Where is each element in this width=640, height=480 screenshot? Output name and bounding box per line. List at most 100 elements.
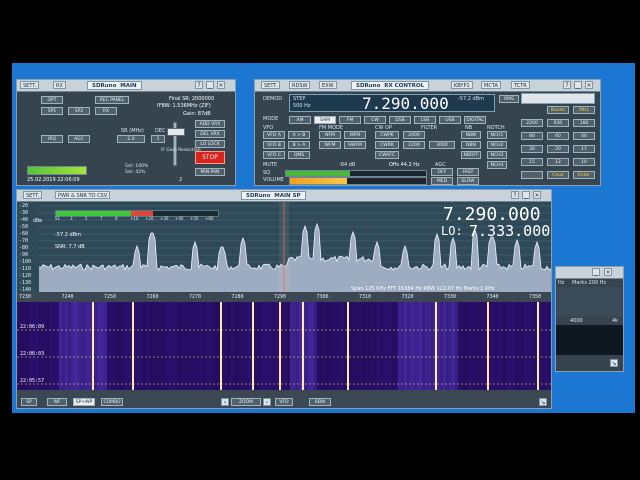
- nch2-button[interactable]: NCH2: [487, 141, 507, 149]
- sp1-button[interactable]: SP1: [41, 107, 63, 115]
- nboff-button[interactable]: NBOFF: [461, 151, 481, 159]
- aux-resize-icon[interactable]: ↘: [610, 359, 618, 367]
- spectrum-resize-icon[interactable]: ↘: [539, 398, 547, 406]
- dec-select[interactable]: 1: [151, 135, 165, 143]
- vfo-c-button[interactable]: VFO C: [263, 151, 285, 159]
- qms-button[interactable]: QMS: [288, 151, 310, 159]
- min-pan-button[interactable]: MIN PAN: [195, 168, 225, 176]
- keypad-30-key[interactable]: 30: [521, 145, 543, 153]
- vfo-a-button[interactable]: VFO A: [263, 131, 285, 139]
- mode-usb-button[interactable]: USB: [439, 116, 461, 124]
- vfo-b-button[interactable]: VFO B: [263, 141, 285, 149]
- keypad-20-key[interactable]: 20: [547, 145, 569, 153]
- bottom-sp-button[interactable]: SP: [21, 398, 37, 406]
- aux-waterfall[interactable]: [556, 325, 623, 355]
- keypad-60-key[interactable]: 60: [547, 132, 569, 140]
- rx-minimize-icon[interactable]: _: [574, 81, 582, 89]
- rx-sett-button[interactable]: SETT.: [261, 81, 281, 89]
- pwr-snr-csv-button[interactable]: PWR & SNR TO CSV: [55, 191, 111, 199]
- keypad-enter-key[interactable]: Enter: [573, 171, 595, 179]
- keypad-10-key[interactable]: 10: [573, 158, 595, 166]
- mode-cw-button[interactable]: CW: [364, 116, 386, 124]
- filter-2200[interactable]: 2200: [403, 141, 425, 149]
- tctr-button[interactable]: TCTR: [511, 81, 530, 89]
- rdsw-button[interactable]: RDSW: [289, 81, 311, 89]
- nbw-button[interactable]: NBW: [461, 131, 481, 139]
- keypad-blank-key[interactable]: [521, 171, 543, 179]
- nbn-button[interactable]: NBN: [461, 141, 481, 149]
- keypad-12-key[interactable]: 12: [547, 158, 569, 166]
- keypad-mhz-key[interactable]: MHz: [573, 106, 595, 114]
- rms-button[interactable]: RMS: [499, 95, 519, 103]
- filter-3000[interactable]: 3000: [429, 141, 455, 149]
- agc-off-button[interactable]: OFF: [431, 168, 453, 176]
- zoom-right-arrow-icon[interactable]: ›: [263, 398, 271, 406]
- bottom-combo-button[interactable]: COMBO: [101, 398, 123, 406]
- cwafc-button[interactable]: CWAFC: [375, 151, 399, 159]
- nch1-button[interactable]: NCH1: [487, 131, 507, 139]
- keypad-80-key[interactable]: 80: [521, 132, 543, 140]
- keypad-2200-key[interactable]: 2200: [521, 119, 543, 127]
- nfm-button[interactable]: NFM: [319, 131, 341, 139]
- exw-button[interactable]: EXW: [319, 81, 337, 89]
- main-rx-button[interactable]: RX: [53, 81, 66, 89]
- zoom-left-arrow-icon[interactable]: ‹: [221, 398, 229, 406]
- agc-fast-button[interactable]: FAST: [457, 168, 479, 176]
- keypad-630-key[interactable]: 630: [547, 119, 569, 127]
- wfm-button[interactable]: WFM: [319, 141, 341, 149]
- aux-close-icon[interactable]: ×: [604, 268, 612, 276]
- rx-panel-button[interactable]: RX: [95, 107, 117, 115]
- mcta-button[interactable]: MCTA: [481, 81, 501, 89]
- kbyp-button[interactable]: KBYP1: [451, 81, 473, 89]
- opt-button[interactable]: OPT: [41, 96, 63, 104]
- mode-digital-button[interactable]: DIGITAL: [464, 116, 486, 124]
- keypad-15-key[interactable]: 15: [521, 158, 543, 166]
- aux-spectrum[interactable]: [556, 287, 623, 317]
- if-gain-slider-handle[interactable]: [167, 128, 185, 136]
- main-sett-button[interactable]: SETT.: [20, 81, 40, 89]
- add-vrx-button[interactable]: ADD VRX: [195, 120, 225, 128]
- bottom-vfo-button[interactable]: VFO: [275, 398, 293, 406]
- lo-lock-button[interactable]: LO LOCK: [195, 140, 225, 148]
- spectrum-minimize-icon[interactable]: _: [522, 191, 530, 199]
- a-to-b-button[interactable]: A > B: [288, 131, 310, 139]
- spectrum-sett-button[interactable]: SETT.: [23, 191, 43, 199]
- agc-med-button[interactable]: MED: [431, 177, 453, 185]
- minimize-icon[interactable]: _: [206, 81, 214, 89]
- mode-sam-button[interactable]: SAM: [314, 116, 336, 124]
- keypad-clear-key[interactable]: Clear: [547, 171, 569, 179]
- mode-am-button[interactable]: AM: [289, 116, 311, 124]
- bottom-zoom-button[interactable]: ZOOM: [231, 398, 261, 406]
- rx-help-icon[interactable]: ?: [563, 81, 571, 89]
- nch3-button[interactable]: NCH3: [487, 151, 507, 159]
- mfm-button[interactable]: MFM: [344, 131, 366, 139]
- bottom-sp-wp-button[interactable]: SP+WP: [73, 398, 95, 406]
- irq-button[interactable]: IRQ: [41, 135, 63, 143]
- rx-close-icon[interactable]: ×: [585, 81, 593, 89]
- del-vrx-button[interactable]: DEL VRX: [195, 130, 225, 138]
- spectrum-close-icon[interactable]: ×: [533, 191, 541, 199]
- stop-button[interactable]: STOP: [195, 151, 225, 164]
- keypad-bands-key[interactable]: Bands: [547, 106, 569, 114]
- swfm-button[interactable]: SWFM: [344, 141, 366, 149]
- help-icon[interactable]: ?: [195, 81, 203, 89]
- bottom-wf-button[interactable]: WF: [47, 398, 67, 406]
- nch4-button[interactable]: NCH4: [487, 161, 507, 169]
- spectrum-help-icon[interactable]: ?: [511, 191, 519, 199]
- cwrk-button[interactable]: CWRK: [375, 141, 399, 149]
- mode-fm-button[interactable]: FM: [339, 116, 361, 124]
- bottom-rbw-button[interactable]: RBW: [309, 398, 331, 406]
- aux-minimize-icon[interactable]: _: [592, 268, 600, 276]
- sr-select[interactable]: 2.0: [117, 135, 145, 143]
- volume-slider[interactable]: [289, 177, 427, 185]
- squelch-bar[interactable]: [285, 170, 427, 177]
- rec-panel-button[interactable]: REC PANEL: [95, 96, 129, 104]
- agc-button[interactable]: AGC: [68, 135, 90, 143]
- sp2-button[interactable]: SP2: [68, 107, 90, 115]
- filter-2000[interactable]: 2000: [403, 131, 425, 139]
- keypad-40-key[interactable]: 40: [573, 132, 595, 140]
- keypad-160-key[interactable]: 160: [573, 119, 595, 127]
- mode-dsb-button[interactable]: DSB: [389, 116, 411, 124]
- keypad-17-key[interactable]: 17: [573, 145, 595, 153]
- mode-lsb-button[interactable]: LSB: [414, 116, 436, 124]
